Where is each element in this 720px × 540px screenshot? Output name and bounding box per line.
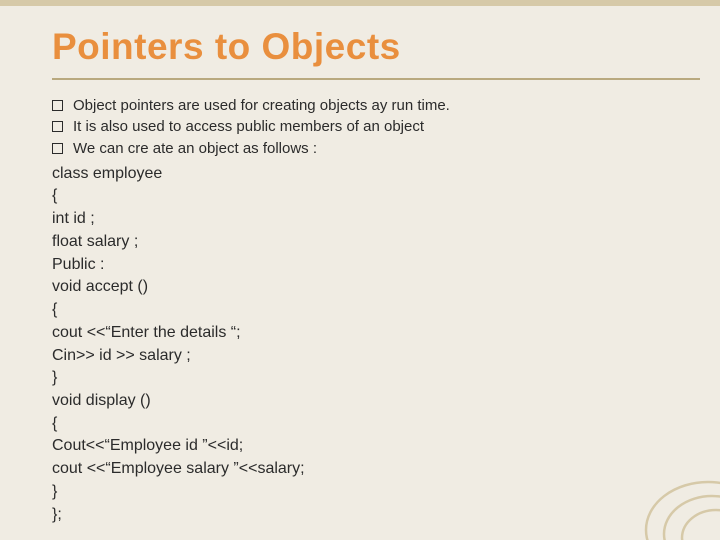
content-area: Object pointers are used for creating ob… (52, 96, 696, 526)
slide: Pointers to Objects Object pointers are … (0, 0, 720, 540)
bullet-item: We can cre ate an object as follows : (52, 139, 696, 159)
slide-title: Pointers to Objects (52, 26, 401, 68)
bullet-item: Object pointers are used for creating ob… (52, 96, 696, 116)
bullet-item: It is also used to access public members… (52, 117, 696, 137)
bullet-text: Object pointers are used for creating ob… (73, 96, 450, 116)
bullet-marker-icon (52, 121, 63, 132)
bullet-text: It is also used to access public members… (73, 117, 424, 137)
bullet-marker-icon (52, 143, 63, 154)
bullet-marker-icon (52, 100, 63, 111)
code-block: class employee { int id ; float salary ;… (52, 163, 696, 527)
title-underline (52, 78, 700, 80)
bullet-text: We can cre ate an object as follows : (73, 139, 317, 159)
top-accent-bar (0, 0, 720, 6)
bullet-list: Object pointers are used for creating ob… (52, 96, 696, 159)
